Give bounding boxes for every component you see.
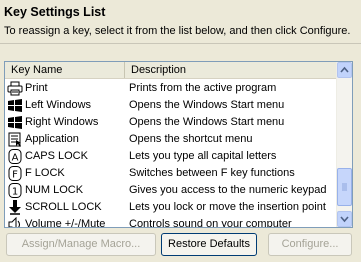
- header-divider: [0, 43, 361, 44]
- list-item-print[interactable]: Print Prints from the active program: [5, 80, 337, 97]
- key-description: Opens the Windows Start menu: [129, 116, 285, 128]
- list-item-f-lock[interactable]: F F LOCK Switches between F key function…: [5, 165, 337, 182]
- restore-defaults-button[interactable]: Restore Defaults: [161, 233, 257, 256]
- key-settings-list[interactable]: Key Name Description Print Prints from t…: [4, 61, 353, 228]
- key-name: CAPS LOCK: [25, 150, 88, 162]
- key-name: Volume +/-/Mute: [25, 218, 106, 228]
- printer-icon: [7, 81, 23, 96]
- list-item-num-lock[interactable]: 1 NUM LOCK Gives you access to the numer…: [5, 182, 337, 199]
- scroll-down-button[interactable]: [337, 211, 352, 227]
- key-description: Controls sound on your computer: [129, 218, 292, 228]
- f-lock-icon: F: [8, 166, 22, 181]
- key-description: Opens the Windows Start menu: [129, 99, 285, 111]
- configure-button[interactable]: Configure...: [268, 233, 352, 256]
- num-lock-icon: 1: [8, 183, 22, 198]
- grip-icon: [342, 183, 347, 191]
- assign-manage-macro-button[interactable]: Assign/Manage Macro...: [6, 233, 156, 256]
- application-menu-icon: [8, 132, 21, 147]
- key-description: Gives you access to the numeric keypad: [129, 184, 327, 196]
- chevron-up-icon: [340, 66, 349, 73]
- key-description: Prints from the active program: [129, 82, 277, 94]
- list-item-scroll-lock[interactable]: SCROLL LOCK Lets you lock or move the in…: [5, 199, 337, 216]
- list-rows: Print Prints from the active program Lef…: [5, 80, 337, 228]
- list-item-right-windows[interactable]: Right Windows Opens the Windows Start me…: [5, 114, 337, 131]
- key-name: Right Windows: [25, 116, 99, 128]
- volume-icon: [8, 217, 20, 227]
- list-item-volume[interactable]: Volume +/-/Mute Controls sound on your c…: [5, 216, 337, 228]
- svg-text:F: F: [12, 170, 18, 181]
- list-header: Key Name Description: [5, 62, 337, 79]
- list-item-left-windows[interactable]: Left Windows Opens the Windows Start men…: [5, 97, 337, 114]
- key-name: Left Windows: [25, 99, 92, 111]
- page-title: Key Settings List: [4, 5, 106, 19]
- key-name: SCROLL LOCK: [25, 201, 102, 213]
- caps-lock-icon: A: [8, 149, 22, 164]
- key-description: Lets you type all capital letters: [129, 150, 277, 162]
- key-name: NUM LOCK: [25, 184, 84, 196]
- scroll-up-button[interactable]: [337, 62, 352, 78]
- chevron-down-icon: [340, 216, 349, 223]
- column-header-description[interactable]: Description: [125, 62, 337, 78]
- list-item-application[interactable]: Application Opens the shortcut menu: [5, 131, 337, 148]
- svg-text:1: 1: [12, 187, 18, 198]
- vertical-scrollbar[interactable]: [336, 62, 352, 227]
- list-item-caps-lock[interactable]: A CAPS LOCK Lets you type all capital le…: [5, 148, 337, 165]
- windows-logo-icon: [8, 116, 22, 129]
- key-description: Switches between F key functions: [129, 167, 295, 179]
- key-description: Lets you lock or move the insertion poin…: [129, 201, 326, 213]
- column-header-key-name[interactable]: Key Name: [5, 62, 125, 78]
- instruction-text: To reassign a key, select it from the li…: [4, 25, 351, 37]
- key-name: F LOCK: [25, 167, 65, 179]
- scroll-lock-icon: [9, 200, 21, 215]
- key-name: Print: [25, 82, 48, 94]
- key-description: Opens the shortcut menu: [129, 133, 253, 145]
- scroll-thumb[interactable]: [337, 168, 352, 206]
- windows-logo-icon: [8, 99, 22, 112]
- svg-text:A: A: [12, 153, 19, 164]
- key-name: Application: [25, 133, 79, 145]
